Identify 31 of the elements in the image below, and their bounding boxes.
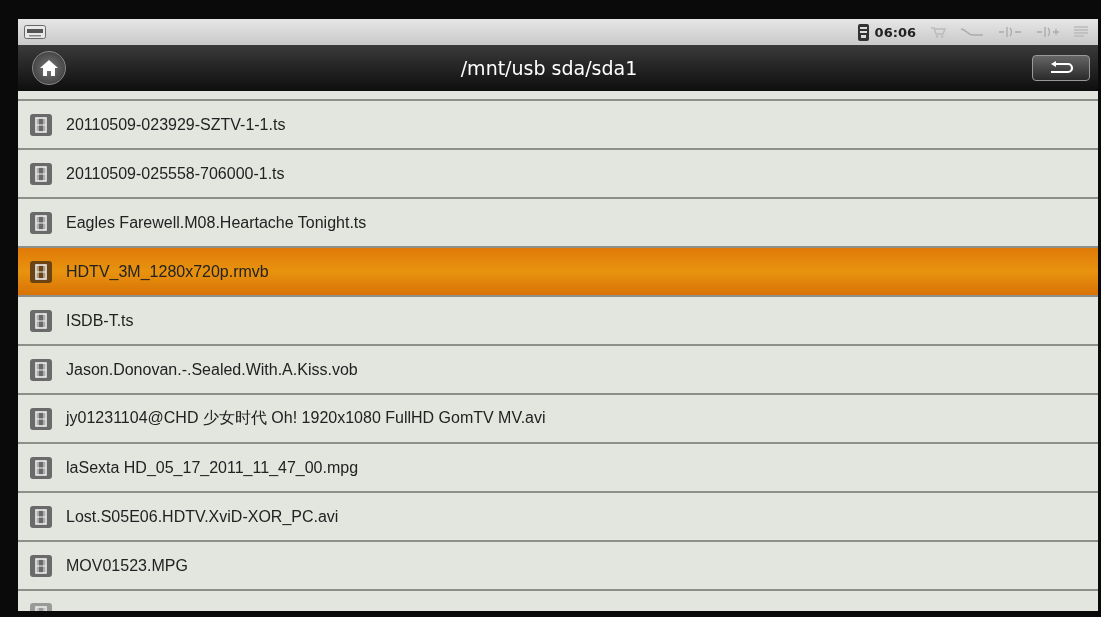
file-row[interactable]: ISDB-T.ts (18, 297, 1098, 346)
file-row[interactable]: MOV01523.MPG (18, 542, 1098, 591)
film-icon (30, 554, 52, 577)
folder-path: /mnt/usb sda/sda1 (459, 57, 639, 79)
sound-icon (1036, 25, 1060, 39)
cable-icon (960, 26, 984, 38)
sound-icon (998, 25, 1022, 39)
film-icon (30, 162, 52, 185)
home-button[interactable] (32, 51, 66, 85)
film-icon (30, 211, 52, 234)
film-icon (30, 309, 52, 332)
sim-card-icon (857, 23, 869, 41)
file-row[interactable]: Jason.Donovan.-.Sealed.With.A.Kiss.vob (18, 346, 1098, 395)
return-arrow-icon (1048, 61, 1074, 75)
film-icon (30, 358, 52, 381)
file-row[interactable]: laSexta HD_05_17_2011_11_47_00.mpg (18, 444, 1098, 493)
file-row[interactable]: Lost.S05E06.HDTV.XviD-XOR_PC.avi (18, 493, 1098, 542)
film-icon (30, 407, 52, 430)
file-row[interactable]: 20110509-025558-706000-1.ts (18, 150, 1098, 199)
back-button[interactable] (1032, 55, 1090, 81)
file-row[interactable]: jy01231104@CHD 少女时代 Oh! 1920x1080 FullHD GomTV MV.avi (18, 395, 1098, 444)
film-icon (30, 456, 52, 479)
cart-icon (930, 26, 946, 38)
clock-time: 06:06 (874, 24, 916, 40)
film-icon (30, 113, 52, 136)
hdmi-icon (24, 25, 46, 39)
film-icon (30, 260, 52, 283)
file-row[interactable]: HDTV_3M_1280x720p.rmvb (18, 248, 1098, 297)
house-icon (39, 59, 59, 77)
file-row[interactable]: 20110509-023929-SZTV-1-1.ts (18, 101, 1098, 150)
film-icon (30, 505, 52, 528)
